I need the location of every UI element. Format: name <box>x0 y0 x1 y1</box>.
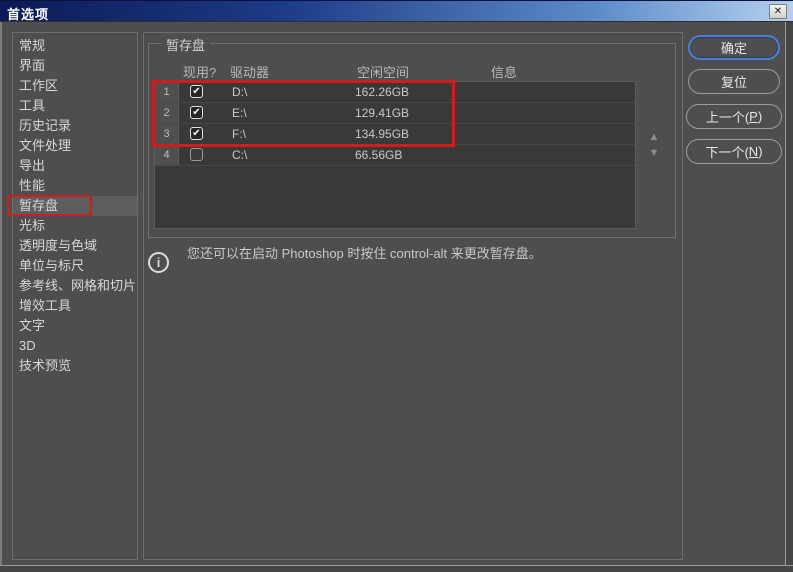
sidebar-item-tools[interactable]: 工具 <box>13 96 137 116</box>
row-number: 2 <box>155 103 179 123</box>
active-checkbox[interactable] <box>190 148 203 161</box>
drive-label: D:\ <box>232 82 247 102</box>
ok-button-label: 确定 <box>721 38 747 57</box>
table-row[interactable]: 1 ✔ D:\ 162.26GB <box>155 82 635 103</box>
startup-note: 您还可以在启动 Photoshop 时按住 control-alt 来更改暂存盘… <box>187 243 542 262</box>
table-row[interactable]: 2 ✔ E:\ 129.41GB <box>155 103 635 124</box>
groupbox-legend: 暂存盘 <box>161 35 210 54</box>
info-icon: i <box>148 252 169 273</box>
close-icon: ✕ <box>774 7 782 17</box>
row-number: 3 <box>155 124 179 144</box>
col-header-free-space: 空闲空间 <box>357 62 409 81</box>
next-button-label: 下一个( <box>705 142 748 161</box>
sidebar-item-3d[interactable]: 3D <box>13 336 137 356</box>
scratch-disk-table: 1 ✔ D:\ 162.26GB 2 ✔ E:\ 129.41GB 3 ✔ F:… <box>154 81 636 229</box>
sidebar-item-cursors[interactable]: 光标 <box>13 216 137 236</box>
checkmark-icon: ✔ <box>192 87 200 97</box>
checkmark-icon: ✔ <box>192 108 200 118</box>
free-space-label: 162.26GB <box>355 82 409 102</box>
drive-label: F:\ <box>232 124 246 144</box>
col-header-active: 现用? <box>183 62 216 81</box>
next-button[interactable]: 下一个(N) <box>686 139 782 164</box>
title-bar: 首选项 ✕ <box>0 0 793 22</box>
sidebar-item-transparency-gamut[interactable]: 透明度与色域 <box>13 236 137 256</box>
active-checkbox[interactable]: ✔ <box>190 127 203 140</box>
drive-label: C:\ <box>232 145 247 165</box>
row-number: 1 <box>155 82 179 102</box>
free-space-label: 129.41GB <box>355 103 409 123</box>
col-header-drive: 驱动器 <box>230 62 269 81</box>
sidebar-item-guides-grid-slices[interactable]: 参考线、网格和切片 <box>13 276 137 296</box>
sidebar-list: 常规 界面 工作区 工具 历史记录 文件处理 导出 性能 暂存盘 光标 透明度与… <box>12 32 138 560</box>
window-frame-left <box>0 22 2 572</box>
prev-button-label: 上一个( <box>706 107 749 126</box>
active-checkbox[interactable]: ✔ <box>190 106 203 119</box>
table-row[interactable]: 3 ✔ F:\ 134.95GB <box>155 124 635 145</box>
reset-button-label: 复位 <box>721 72 747 91</box>
sidebar-item-plugins[interactable]: 增效工具 <box>13 296 137 316</box>
move-down-button[interactable]: ▼ <box>645 147 663 159</box>
active-checkbox[interactable]: ✔ <box>190 85 203 98</box>
sidebar-item-scratch-disks[interactable]: 暂存盘 <box>13 196 137 216</box>
sidebar-item-workspace[interactable]: 工作区 <box>13 76 137 96</box>
checkmark-icon: ✔ <box>192 129 200 139</box>
sidebar-item-general[interactable]: 常规 <box>13 36 137 56</box>
table-row[interactable]: 4 C:\ 66.56GB <box>155 145 635 166</box>
free-space-label: 134.95GB <box>355 124 409 144</box>
close-button[interactable]: ✕ <box>769 4 787 19</box>
sidebar-item-file-handling[interactable]: 文件处理 <box>13 136 137 156</box>
sidebar-item-interface[interactable]: 界面 <box>13 56 137 76</box>
ok-button[interactable]: 确定 <box>688 35 780 60</box>
drive-label: E:\ <box>232 103 247 123</box>
sidebar-item-history-log[interactable]: 历史记录 <box>13 116 137 136</box>
col-header-info: 信息 <box>491 62 517 81</box>
free-space-label: 66.56GB <box>355 145 402 165</box>
info-icon-glyph: i <box>157 256 161 269</box>
move-up-button[interactable]: ▲ <box>645 131 663 143</box>
window-title: 首选项 <box>7 4 49 23</box>
prev-button[interactable]: 上一个(P) <box>686 104 782 129</box>
sidebar-item-type[interactable]: 文字 <box>13 316 137 336</box>
reset-button[interactable]: 复位 <box>688 69 780 94</box>
sidebar-item-export[interactable]: 导出 <box>13 156 137 176</box>
window-frame-right <box>785 22 793 572</box>
sidebar-item-technology-previews[interactable]: 技术预览 <box>13 356 137 376</box>
preferences-dialog: 首选项 ✕ 常规 界面 工作区 工具 历史记录 文件处理 导出 性能 暂存盘 光… <box>0 0 793 572</box>
row-number: 4 <box>155 145 179 165</box>
sidebar-item-performance[interactable]: 性能 <box>13 176 137 196</box>
sidebar-item-units-rulers[interactable]: 单位与标尺 <box>13 256 137 276</box>
window-frame-bottom <box>0 565 793 572</box>
